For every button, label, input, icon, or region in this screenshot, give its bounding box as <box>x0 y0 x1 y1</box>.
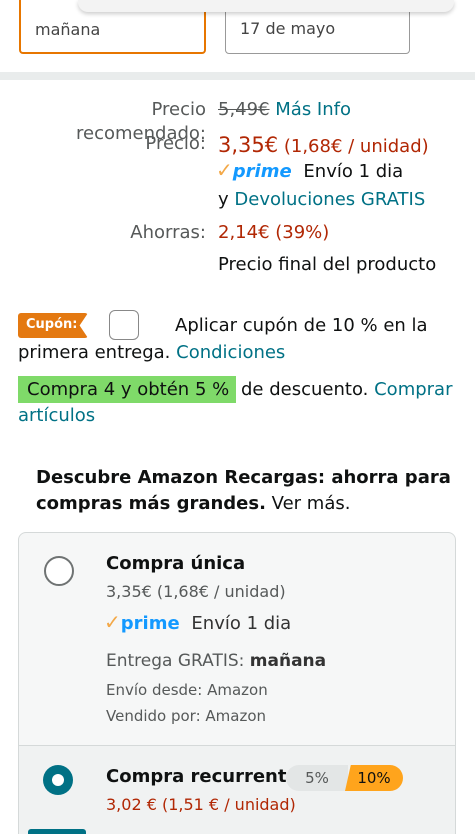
recargas-heading: Descubre Amazon Recargas: ahorra para <box>36 467 451 488</box>
promo-text: de descuento. <box>241 379 369 400</box>
coupon-checkbox[interactable] <box>109 310 139 340</box>
price: 3,35€ (1,68€ / unidad) <box>218 133 468 159</box>
more-info-link[interactable]: Más Info <box>275 99 351 120</box>
one-time-delivery-day: mañana <box>249 651 327 671</box>
promo-line: de descuento. Comprar <box>241 378 471 402</box>
top-sheet-edge <box>78 0 454 12</box>
savings-value: 2,14€ (39%) <box>218 222 330 243</box>
promo-shop-link[interactable]: Comprar <box>374 379 452 400</box>
one-time-title: Compra única <box>106 553 246 574</box>
one-time-prime-check-icon: ✓ <box>104 610 121 634</box>
price-value: 3,35€ <box>218 133 279 157</box>
coupon-text-line2: primera entrega. Condiciones <box>18 341 458 365</box>
one-time-prime-shipping: Envío 1 dia <box>191 613 292 634</box>
discount-10-pill: 10% <box>345 765 403 791</box>
recommended-price: 5,49€ Más Info <box>218 98 468 122</box>
section-divider <box>0 72 475 80</box>
one-time-prime-logo: prime <box>120 613 180 634</box>
delivery-option-tomorrow-label: mañana <box>35 20 101 39</box>
coupon-tag: Cupón: <box>18 313 88 338</box>
bottom-tab-indicator <box>28 829 86 834</box>
recargas-heading-bold: compras más grandes. <box>36 493 266 514</box>
recurring-title: Compra recurrente <box>106 766 299 787</box>
promo-badge-text: Compra 4 y obtén 5 % <box>27 379 230 400</box>
price-per-unit: (1,68€ / unidad) <box>283 136 429 157</box>
prime-shipping: ✓prime Envío 1 dia <box>216 158 466 184</box>
returns-prefix: y <box>218 189 229 210</box>
returns-line: y Devoluciones GRATIS <box>218 188 468 212</box>
prime-logo: prime <box>232 161 292 182</box>
coupon-conditions-link[interactable]: Condiciones <box>176 342 285 363</box>
recurring-radio-dot <box>52 774 64 786</box>
recargas-heading-line2: compras más grandes. Ver más. <box>36 491 456 517</box>
coupon-first-delivery: primera entrega. <box>18 342 171 363</box>
delivery-section: mañana 17 de mayo <box>0 0 475 70</box>
one-time-ships-from: Envío desde: Amazon <box>106 681 268 699</box>
card-separator <box>19 745 455 746</box>
see-more-link[interactable]: Ver más. <box>272 493 351 514</box>
one-time-delivery-prefix: Entrega GRATIS: <box>106 651 245 671</box>
prime-shipping-text: Envío 1 dia <box>303 161 404 182</box>
final-price-note: Precio final del producto <box>218 254 437 275</box>
price-label: Precio: <box>145 133 206 154</box>
one-time-prime: ✓prime Envío 1 dia <box>104 610 291 634</box>
one-time-price: 3,35€ (1,68€ / unidad) <box>106 582 286 601</box>
recommended-price-value: 5,49€ <box>218 99 270 120</box>
recurring-price: 3,02 € (1,51 € / unidad) <box>106 795 296 814</box>
one-time-delivery: Entrega GRATIS: mañana <box>106 651 326 671</box>
recargas-options-card: Compra única 3,35€ (1,68€ / unidad) ✓pri… <box>18 532 456 834</box>
free-returns-link[interactable]: Devoluciones GRATIS <box>234 189 425 210</box>
savings-label: Ahorras: <box>130 222 206 243</box>
delivery-option-date-label: 17 de mayo <box>240 19 336 38</box>
coupon-text: Aplicar cupón de 10 % en la <box>175 315 428 336</box>
promo-shop-link-line2[interactable]: artículos <box>18 404 218 428</box>
recurring-radio[interactable] <box>43 765 73 795</box>
prime-check-icon: ✓ <box>216 158 233 182</box>
one-time-radio[interactable] <box>44 556 74 586</box>
one-time-sold-by: Vendido por: Amazon <box>106 707 267 725</box>
discount-5-pill: 5% <box>286 765 348 791</box>
